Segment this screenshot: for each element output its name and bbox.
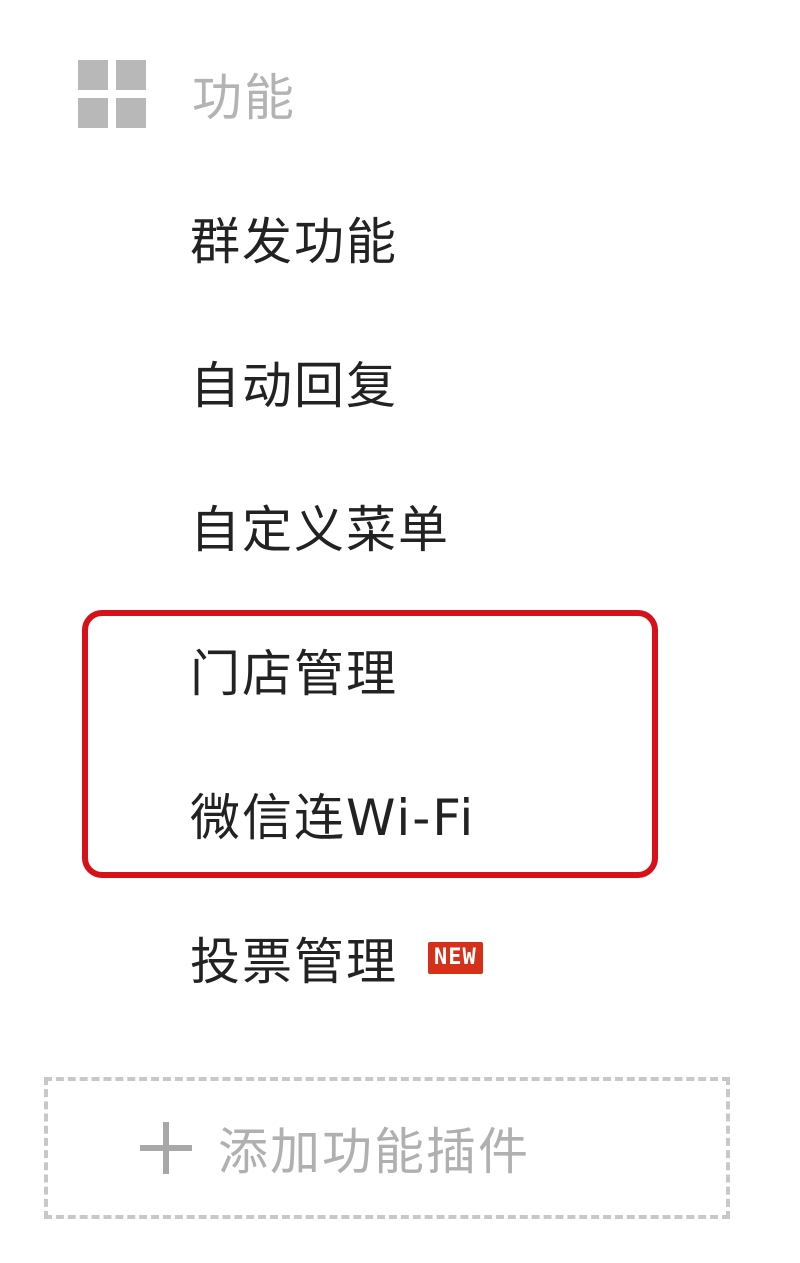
menu-item-custom-menu[interactable]: 自定义菜单 bbox=[190, 490, 450, 562]
menu-item-wechat-wifi[interactable]: 微信连Wi-Fi bbox=[190, 778, 475, 850]
menu-item-label: 门店管理 bbox=[190, 645, 398, 703]
menu-item-vote-management[interactable]: 投票管理 NEW bbox=[190, 922, 483, 994]
add-plugin-label: 添加功能插件 bbox=[218, 1123, 530, 1181]
section-header: 功能 bbox=[78, 58, 296, 130]
new-badge: NEW bbox=[428, 942, 483, 974]
menu-item-auto-reply[interactable]: 自动回复 bbox=[190, 346, 398, 418]
plus-icon bbox=[140, 1122, 192, 1174]
menu-item-mass-send[interactable]: 群发功能 bbox=[190, 202, 398, 274]
add-plugin-button[interactable]: 添加功能插件 bbox=[44, 1077, 730, 1219]
menu-item-label: 群发功能 bbox=[190, 213, 398, 271]
menu-item-label: 自定义菜单 bbox=[190, 501, 450, 559]
menu-item-label: 自动回复 bbox=[190, 357, 398, 415]
grid-icon bbox=[78, 60, 146, 128]
menu-item-label: 投票管理 bbox=[190, 933, 398, 991]
section-title: 功能 bbox=[192, 69, 296, 127]
menu-item-store-management[interactable]: 门店管理 bbox=[190, 634, 398, 706]
menu-item-label: 微信连Wi-Fi bbox=[190, 789, 476, 847]
